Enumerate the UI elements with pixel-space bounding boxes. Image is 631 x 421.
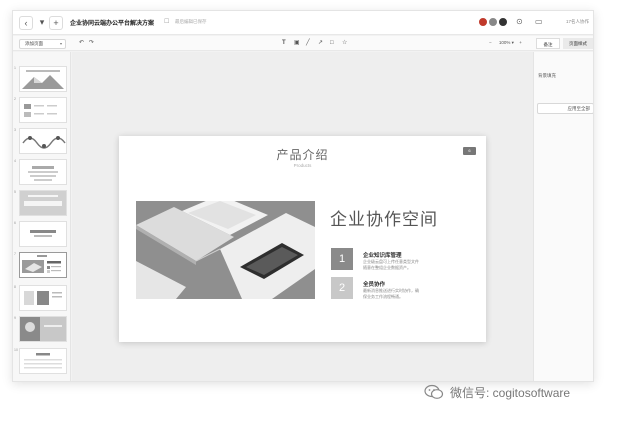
text-tool-icon[interactable]: T	[282, 39, 286, 47]
slide-thumbnail[interactable]	[19, 190, 67, 216]
image-tool-icon[interactable]: ▣	[294, 39, 300, 47]
slide-thumbnail[interactable]	[19, 128, 67, 154]
top-bar: ‹ ▾ + 企业协同云端办公平台解决方案 ☐ 最后编辑已保存 ⊙ ▭ 17名人协…	[13, 11, 593, 35]
toolbar: 添加页面 ▾ ↶ ↷ T ▣ ╱ ↗ □ ☆ − 100% ▾ + 备注 页面样…	[13, 36, 593, 51]
slide-number-badge: 6	[463, 147, 476, 155]
hero-image[interactable]	[136, 201, 315, 299]
thumbnail-content	[28, 166, 58, 181]
thumbnail-content	[30, 230, 56, 237]
thumbnail-content	[24, 353, 62, 369]
thumbnail-mountain-image	[20, 67, 66, 91]
video-icon[interactable]: ▭	[535, 17, 543, 27]
back-button[interactable]: ‹	[19, 16, 33, 30]
zoom-level[interactable]: 100% ▾	[499, 40, 514, 45]
collaborators-count[interactable]: 17名人协作	[566, 19, 589, 25]
wechat-icon	[424, 384, 444, 399]
slide-canvas[interactable]: 产品介绍 Products 6 企业协作空间 1 企业知识库管理 企业级云盘可上…	[72, 52, 533, 381]
slide-thumbnail-active[interactable]	[19, 252, 67, 278]
save-status: 最后编辑已保存	[175, 19, 207, 24]
zoom-in-icon[interactable]: +	[519, 40, 522, 45]
thumbnail-number: 9	[14, 316, 16, 320]
thumbnail-number: 7	[14, 252, 16, 256]
app-window: ‹ ▾ + 企业协同云端办公平台解决方案 ☐ 最后编辑已保存 ⊙ ▭ 17名人协…	[12, 10, 594, 382]
slide-thumbnail[interactable]	[19, 97, 67, 123]
new-button[interactable]: +	[49, 16, 63, 30]
document-title[interactable]: 企业协同云端办公平台解决方案	[70, 18, 154, 27]
feature-item-desc[interactable]: 最新消息推送进行实时协作，确保业务工作流程畅通。	[363, 288, 421, 299]
watermark: 微信号: cogitosoftware	[424, 383, 570, 401]
tab-page-style[interactable]: 页面样式	[563, 38, 593, 49]
zoom-control[interactable]: − 100% ▾ +	[489, 40, 522, 46]
avatar[interactable]	[478, 17, 488, 27]
undo-icon[interactable]: ↶	[79, 39, 84, 47]
feature-number-2: 2	[331, 277, 353, 299]
star-tool-icon[interactable]: ☆	[342, 39, 347, 47]
add-page-button[interactable]: 添加页面 ▾	[19, 39, 66, 49]
isometric-devices-image	[136, 201, 315, 299]
avatar[interactable]	[498, 17, 508, 27]
shape-tool-icon[interactable]: □	[330, 39, 334, 47]
slide-thumbnail[interactable]	[19, 159, 67, 185]
thumbnail-number: 4	[14, 159, 16, 163]
background-fill-label: 背景填充	[538, 73, 556, 78]
avatar[interactable]	[488, 17, 498, 27]
present-icon[interactable]: ⊙	[516, 17, 523, 27]
feature-item-desc[interactable]: 企业级云盘可上传任意类型文件随意在整组企业数据资产。	[363, 259, 421, 270]
thumbnail-content	[22, 255, 61, 273]
slide-thumbnail-panel: 1 2 3 4 5 6 7 8 9 10	[13, 52, 71, 381]
feature-item-title[interactable]: 全员协作	[363, 280, 385, 288]
thumbnail-number: 3	[14, 128, 16, 132]
thumbnail-number: 10	[14, 348, 18, 352]
slide-thumbnail[interactable]	[19, 285, 67, 311]
slide-thumbnail[interactable]	[19, 66, 67, 92]
thumbnail-number: 6	[14, 221, 16, 225]
chevron-down-icon: ▾	[59, 41, 62, 46]
thumbnail-content	[20, 317, 66, 341]
thumbnail-number: 5	[14, 190, 16, 194]
slide[interactable]: 产品介绍 Products 6 企业协作空间 1 企业知识库管理 企业级云盘可上…	[119, 136, 486, 342]
tab-notes[interactable]: 备注	[536, 38, 560, 49]
feature-item-title[interactable]: 企业知识库管理	[363, 251, 402, 259]
thumbnail-number: 2	[14, 97, 16, 101]
add-page-label: 添加页面	[25, 41, 43, 46]
feature-number-1: 1	[331, 248, 353, 270]
slide-thumbnail[interactable]	[19, 348, 67, 374]
slide-thumbnail[interactable]	[19, 316, 67, 342]
menu-dropdown-icon[interactable]: ▾	[35, 16, 49, 30]
thumbnail-content	[24, 291, 62, 305]
redo-icon[interactable]: ↷	[89, 39, 94, 47]
slide-thumbnail[interactable]	[19, 221, 67, 247]
thumbnail-number: 8	[14, 285, 16, 289]
thumbnail-content	[22, 136, 66, 149]
arrow-tool-icon[interactable]: ↗	[318, 39, 323, 47]
line-tool-icon[interactable]: ╱	[306, 39, 310, 47]
page-style-panel: 背景填充 应用至全部	[533, 52, 593, 381]
thumbnail-content	[20, 191, 66, 215]
apply-all-button[interactable]: 应用至全部	[537, 103, 593, 114]
watermark-text: 微信号: cogitosoftware	[450, 385, 571, 400]
zoom-out-icon[interactable]: −	[489, 40, 492, 45]
bookmark-icon[interactable]: ☐	[164, 18, 169, 25]
thumbnail-content	[24, 104, 57, 117]
slide-title[interactable]: 产品介绍	[119, 146, 486, 163]
feature-title[interactable]: 企业协作空间	[330, 205, 438, 230]
slide-subtitle[interactable]: Products	[119, 163, 486, 168]
thumbnail-number: 1	[14, 66, 16, 70]
